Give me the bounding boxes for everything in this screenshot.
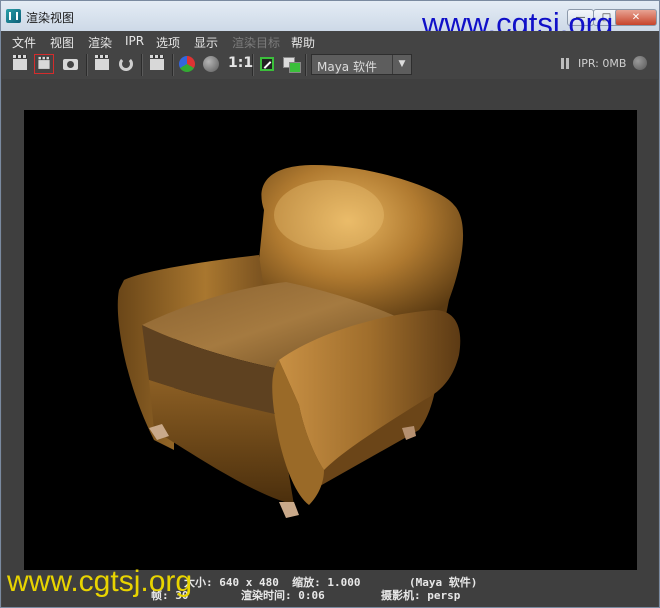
- renderer-dropdown[interactable]: Maya 软件 ▼: [311, 54, 412, 75]
- close-button[interactable]: ✕: [615, 9, 657, 26]
- rendered-image: [24, 110, 637, 570]
- toolbar-separator: [86, 54, 88, 76]
- menu-file[interactable]: 文件: [12, 34, 36, 51]
- render-region-button[interactable]: [34, 54, 54, 74]
- menu-render-targets: 渲染目标: [232, 36, 281, 50]
- menu-help[interactable]: 帮助: [291, 34, 315, 51]
- test-resolution-button[interactable]: [257, 54, 277, 74]
- render-sequence-icon: [150, 54, 164, 70]
- render-frame-icon: [13, 54, 27, 70]
- pause-icon[interactable]: [560, 58, 570, 69]
- render-frame-button[interactable]: [10, 54, 30, 74]
- menu-display[interactable]: 显示: [194, 34, 218, 51]
- menu-render[interactable]: 渲染: [88, 34, 112, 51]
- menu-ipr[interactable]: IPR: [125, 34, 144, 48]
- real-size-button[interactable]: 1:1: [228, 55, 253, 71]
- alpha-channel-icon: [203, 56, 219, 72]
- window-title: 渲染视图: [26, 11, 75, 25]
- ipr-render-icon: [95, 54, 109, 70]
- render-time-info: 渲染时间: 0:06: [241, 589, 325, 602]
- menu-bar: 文件 视图 渲染 IPR 选项 显示 渲染目标 帮助: [1, 31, 659, 51]
- test-resolution-icon: [260, 57, 274, 71]
- menu-options[interactable]: 选项: [156, 34, 180, 51]
- renderer-dropdown-value: Maya 软件: [317, 60, 377, 74]
- maya-app-icon: [6, 9, 21, 23]
- watermark-bottom: www.cgtsj.org: [7, 565, 193, 598]
- render-region-icon: [38, 56, 50, 69]
- toolbar-separator: [305, 54, 307, 76]
- ipr-indicator-icon[interactable]: [633, 56, 647, 70]
- ipr-memory-status: IPR: 0MB: [578, 57, 627, 70]
- camera-info: 摄影机: persp: [381, 589, 461, 602]
- refresh-button[interactable]: [116, 54, 136, 74]
- render-sequence-button[interactable]: [147, 54, 167, 74]
- render-view-window: 渲染视图 — □ ✕ www.cgtsj.org 文件 视图 渲染 IPR 选项…: [0, 0, 660, 608]
- ipr-render-button[interactable]: [92, 54, 112, 74]
- alpha-channel-button[interactable]: [201, 54, 221, 74]
- armchair-render: [117, 165, 464, 518]
- refresh-icon: [119, 57, 133, 71]
- chevron-down-icon: ▼: [392, 55, 411, 74]
- keep-image-button[interactable]: [281, 54, 301, 74]
- keep-image-icon: [283, 57, 301, 73]
- rgb-channels-button[interactable]: [177, 54, 197, 74]
- toolbar-separator: [141, 54, 143, 76]
- rgb-channels-icon: [179, 56, 195, 72]
- snapshot-icon: [62, 58, 78, 70]
- snapshot-button[interactable]: [60, 54, 80, 74]
- toolbar-separator: [172, 54, 174, 76]
- menu-view[interactable]: 视图: [50, 34, 74, 51]
